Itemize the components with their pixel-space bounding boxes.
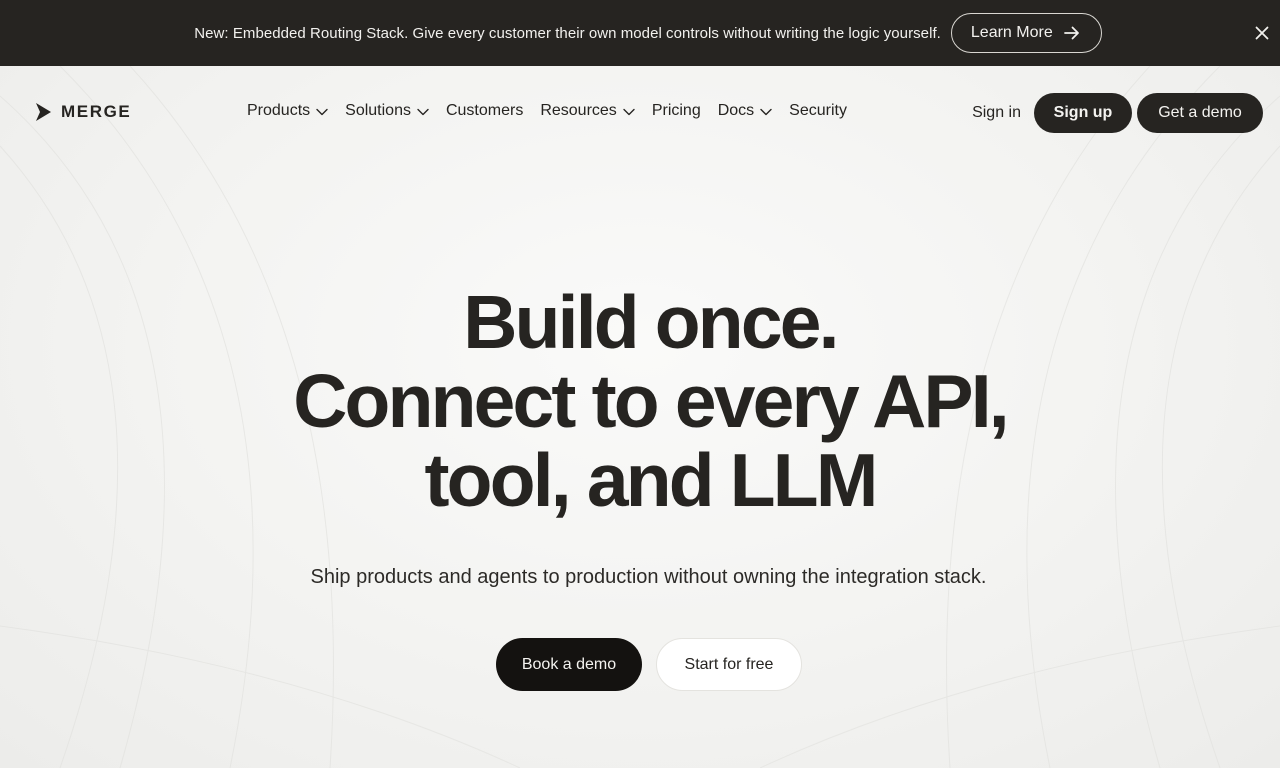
hero-title-line: Connect to every API, xyxy=(293,359,1009,443)
start-free-button[interactable]: Start for free xyxy=(656,638,802,691)
merge-logo[interactable]: MERGE xyxy=(34,102,131,122)
nav-item-security[interactable]: Security xyxy=(789,102,847,120)
hero-subtitle: Ship products and agents to production w… xyxy=(310,566,987,588)
hero-title-line: Build once. xyxy=(463,280,839,364)
nav-item-label: Security xyxy=(789,102,847,119)
nav-item-pricing[interactable]: Pricing xyxy=(652,102,701,120)
announcement-text: New: Embedded Routing Stack. Give every … xyxy=(194,24,941,42)
nav-actions: Sign in Sign up Get a demo xyxy=(972,93,1263,133)
nav-item-docs[interactable]: Docs xyxy=(718,102,772,120)
nav-item-label: Customers xyxy=(445,102,524,119)
nav-links: Products Solutions Customers Resources P… xyxy=(247,102,864,120)
hero-cta-row: Book a demo Start for free xyxy=(496,638,802,691)
nav-item-customers[interactable]: Customers xyxy=(446,102,523,120)
nav-item-label: Docs xyxy=(717,102,755,119)
hero-title: Build once. Connect to every API, tool, … xyxy=(0,283,1280,520)
nav-item-label: Resources xyxy=(540,102,617,119)
hero-title-line: tool, and LLM xyxy=(424,438,879,522)
get-demo-button[interactable]: Get a demo xyxy=(1137,93,1263,133)
arrow-right-icon xyxy=(1063,26,1079,40)
nav-item-products[interactable]: Products xyxy=(247,102,328,120)
announcement-bar: New: Embedded Routing Stack. Give every … xyxy=(0,0,1280,66)
nav-item-label: Products xyxy=(247,102,311,119)
merge-logo-icon xyxy=(36,103,51,121)
chevron-down-icon xyxy=(760,108,772,116)
sign-up-button[interactable]: Sign up xyxy=(1034,93,1132,133)
chevron-down-icon xyxy=(417,108,429,116)
chevron-down-icon xyxy=(623,108,635,116)
logo-text: MERGE xyxy=(61,102,132,121)
learn-more-label: Learn More xyxy=(970,24,1053,41)
close-icon[interactable] xyxy=(1250,21,1274,45)
main-nav: MERGE Products Solutions Customers Resou… xyxy=(0,66,1280,160)
nav-item-resources[interactable]: Resources xyxy=(540,102,635,120)
book-demo-button[interactable]: Book a demo xyxy=(496,638,642,691)
nav-item-label: Pricing xyxy=(651,102,701,119)
chevron-down-icon xyxy=(316,108,328,116)
learn-more-button[interactable]: Learn More xyxy=(950,13,1102,53)
sign-in-link[interactable]: Sign in xyxy=(972,104,1021,122)
nav-item-solutions[interactable]: Solutions xyxy=(345,102,429,120)
nav-item-label: Solutions xyxy=(345,102,411,119)
